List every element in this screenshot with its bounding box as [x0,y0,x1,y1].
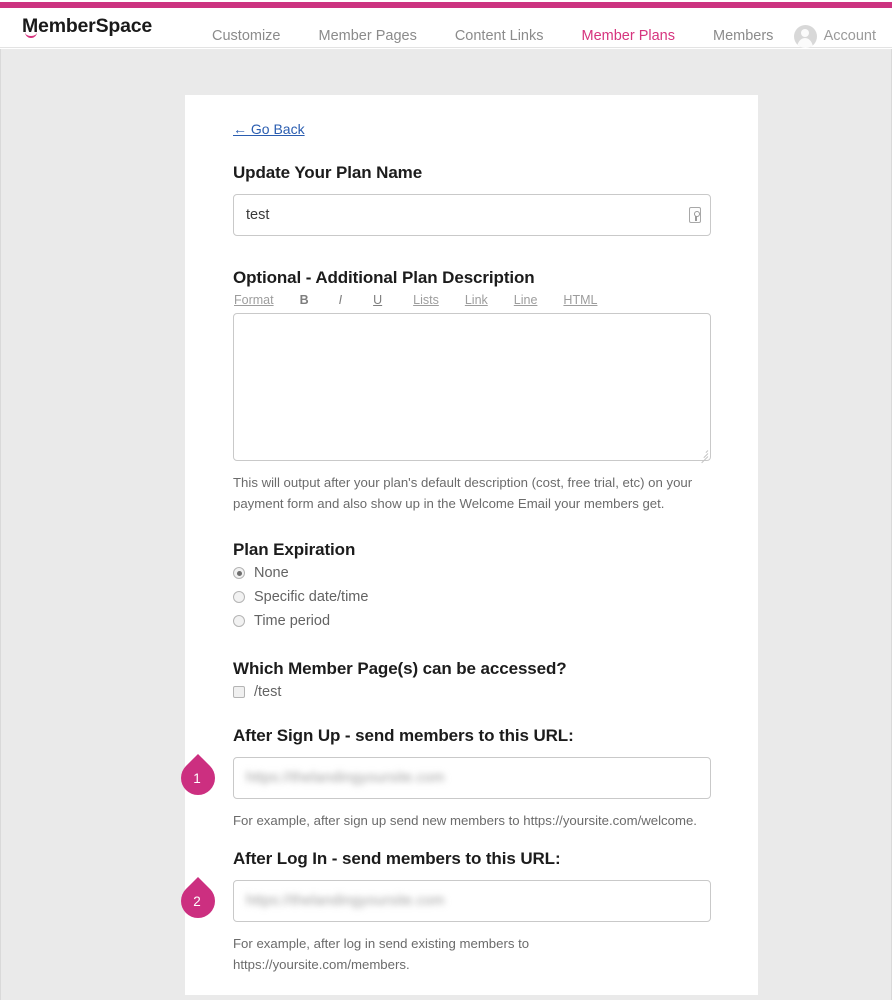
after-login-heading: After Log In - send members to this URL: [233,849,561,868]
plan-name-input[interactable]: test [233,194,711,236]
toolbar-italic-button[interactable]: I [339,293,342,307]
app-header: MemberSpace Customize Member Pages Conte… [0,8,892,48]
after-login-help-text: For example, after log in send existing … [233,936,530,972]
after-login-url-placeholder: https://thelandingyoursite.com [246,893,445,909]
account-label: Account [823,28,876,44]
password-manager-icon[interactable] [689,207,701,223]
toolbar-lists-button[interactable]: Lists [413,293,439,307]
go-back-link[interactable]: ← Go Back [233,121,305,137]
expiration-heading: Plan Expiration [233,540,356,559]
description-textarea[interactable] [233,313,711,461]
toolbar-bold-button[interactable]: B [300,293,309,307]
after-signup-help-text: For example, after sign up send new memb… [233,813,697,828]
callout-number: 1 [193,770,201,786]
description-help-text: This will output after your plan's defau… [233,475,693,511]
callout-number: 2 [193,893,201,909]
expiration-option-none[interactable]: None [233,565,710,581]
toolbar-link-button[interactable]: Link [465,293,488,307]
checkbox-icon[interactable] [233,686,245,698]
plan-settings-card: ← Go Back Update Your Plan Name test Opt… [173,95,758,995]
toolbar-line-button[interactable]: Line [514,293,538,307]
expiration-option-label: None [254,565,289,581]
toolbar-html-button[interactable]: HTML [563,293,597,307]
callout-badge-1: 1 [173,753,223,803]
logo-smile-icon [25,32,37,38]
description-heading: Optional - Additional Plan Description [233,268,535,287]
plan-name-heading: Update Your Plan Name [233,163,423,182]
after-signup-field-block: 1 https://thelandingyoursite.com [173,753,711,803]
app-logo-text: MemberSpace [22,15,153,37]
radio-icon[interactable] [233,591,245,603]
after-signup-heading: After Sign Up - send members to this URL… [233,726,574,745]
expiration-option-specific-date[interactable]: Specific date/time [233,589,710,605]
avatar-icon [793,24,817,48]
after-login-url-input[interactable]: https://thelandingyoursite.com [233,880,711,922]
after-signup-url-input[interactable]: https://thelandingyoursite.com [233,757,711,799]
member-page-option-test[interactable]: /test [233,684,710,700]
member-pages-heading: Which Member Page(s) can be accessed? [233,659,567,678]
expiration-option-label: Time period [254,613,331,629]
member-page-option-label: /test [254,684,282,700]
radio-icon[interactable] [233,615,245,627]
after-signup-url-placeholder: https://thelandingyoursite.com [246,770,445,786]
editor-toolbar: Format B I U Lists Link Line HTML [233,293,710,307]
expiration-option-time-period[interactable]: Time period [233,613,710,629]
app-logo[interactable]: MemberSpace [22,15,152,38]
radio-icon[interactable] [233,567,245,579]
toolbar-underline-button[interactable]: U [373,293,382,307]
expiration-option-label: Specific date/time [254,589,369,605]
toolbar-format-button[interactable]: Format [234,293,274,307]
plan-name-value: test [246,207,270,223]
after-login-field-block: 2 https://thelandingyoursite.com [173,876,711,926]
callout-badge-2: 2 [173,876,223,926]
